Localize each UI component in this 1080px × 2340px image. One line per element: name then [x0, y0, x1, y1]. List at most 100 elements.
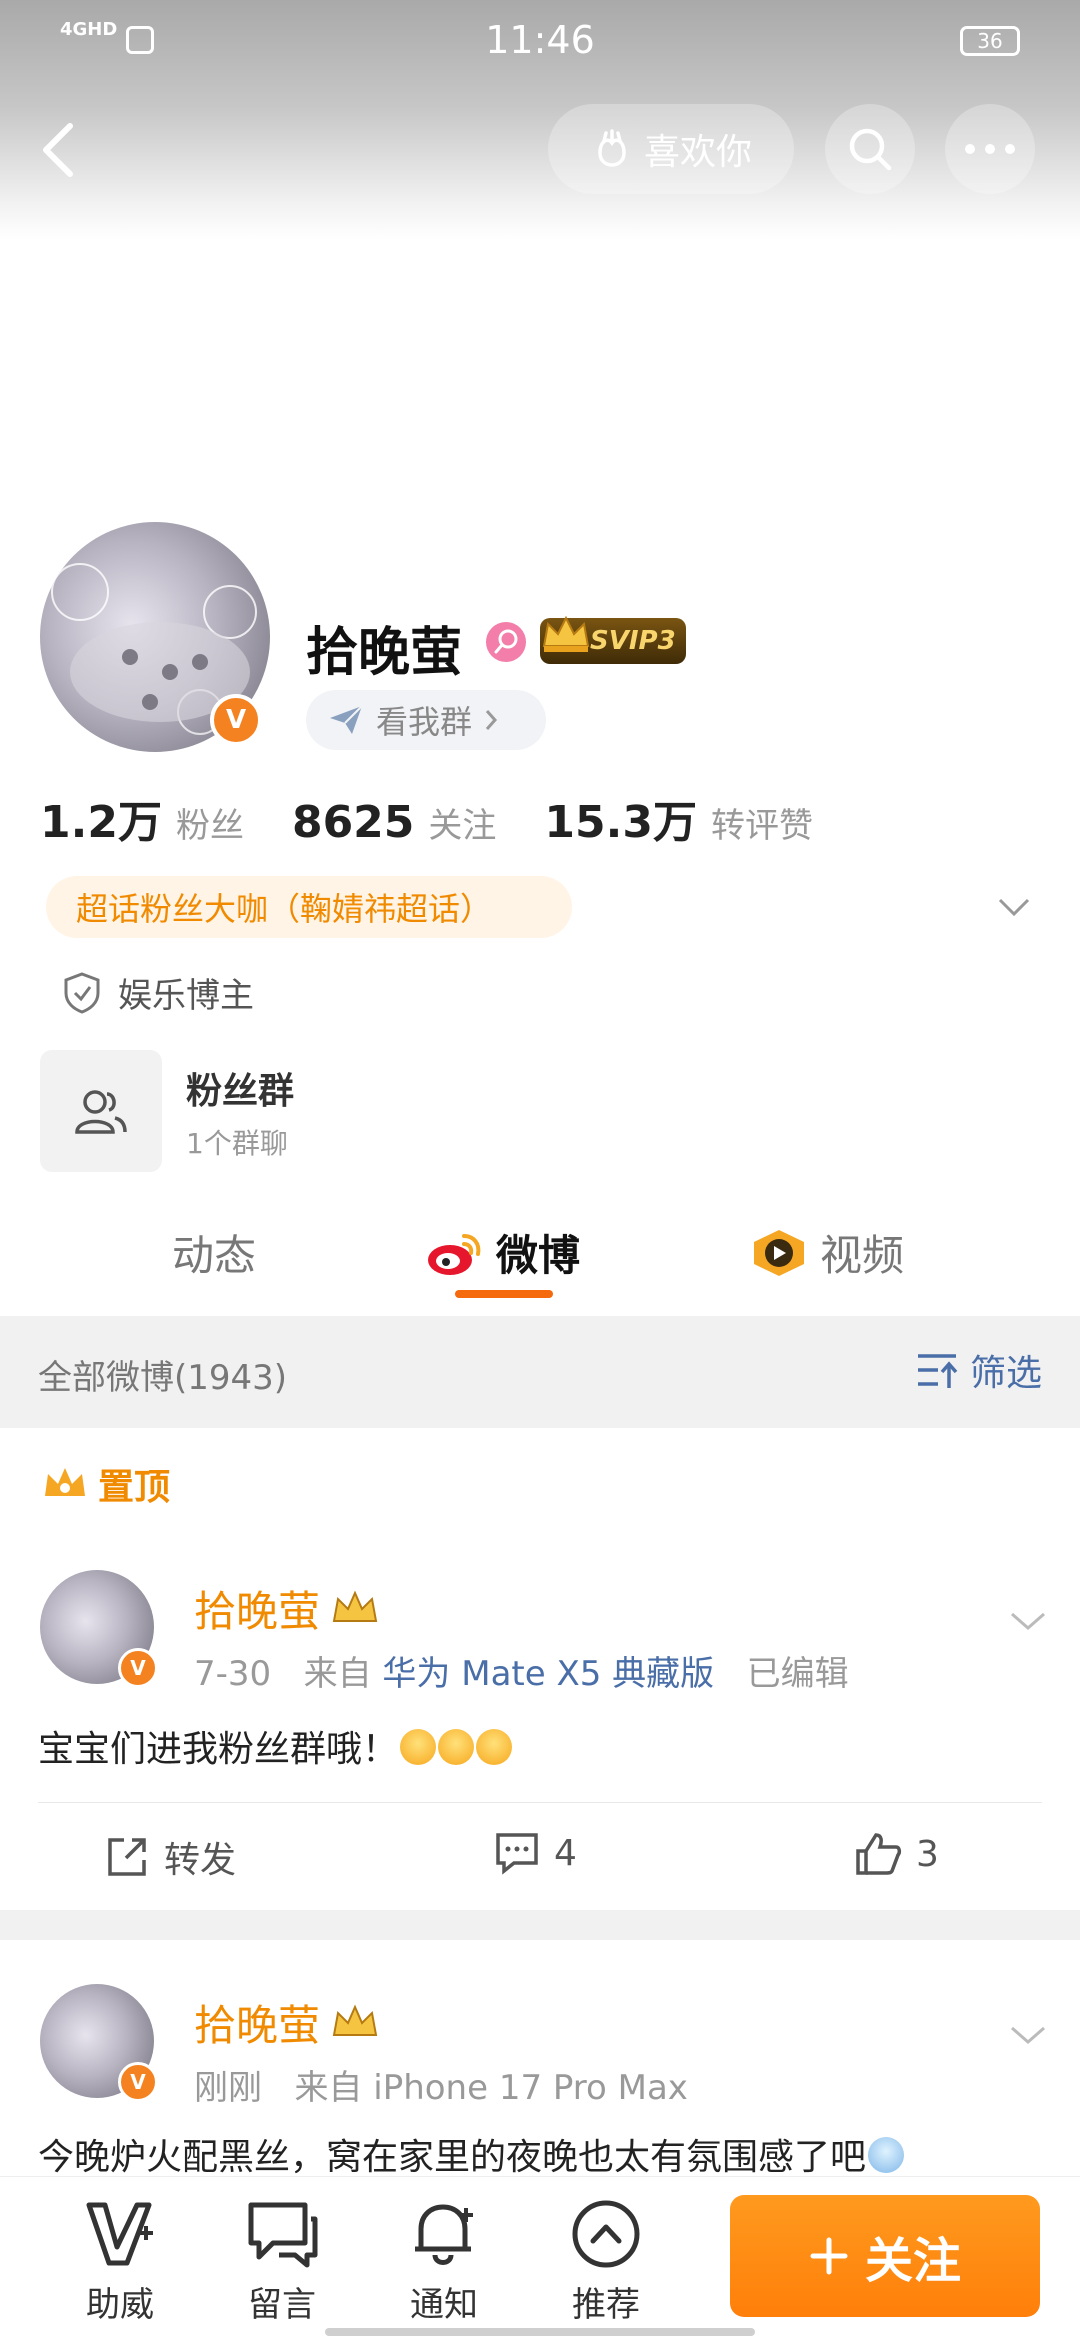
search-button[interactable] — [825, 104, 915, 194]
profile-tabs: 动态 微博 视频 — [0, 1210, 1080, 1310]
support-icon — [86, 2202, 153, 2266]
filter-icon — [917, 1354, 958, 1388]
supertopic-badge[interactable]: 超话粉丝大咖（鞠婧祎超话） — [46, 876, 572, 938]
bell-icon — [415, 2204, 473, 2265]
expand-chevron-icon[interactable] — [994, 888, 1034, 928]
svip-label: SVIP3 — [590, 626, 676, 656]
verified-badge-icon: V — [210, 694, 262, 746]
active-tab-indicator — [455, 1290, 553, 1298]
nav-message[interactable]: 留言 — [222, 2197, 342, 2326]
repost-icon — [108, 1838, 146, 1876]
fan-group-subtitle: 1个群聊 — [186, 1127, 288, 1160]
engagement-label: 转评赞 — [710, 806, 813, 846]
tab-weibo[interactable]: 微博 — [424, 1222, 580, 1283]
follow-label: 关注 — [864, 2233, 961, 2289]
profile-name: 拾晚萤 — [306, 623, 463, 683]
nav-support-label: 助威 — [86, 2285, 154, 2325]
like-you-label: 喜欢你 — [643, 132, 752, 173]
post-text: 宝宝们进我粉丝群哦！ — [38, 1720, 513, 1772]
emoji-icon — [438, 1729, 475, 1765]
tab-dynamic-label: 动态 — [172, 1231, 257, 1280]
message-icon — [248, 2202, 318, 2268]
post-device[interactable]: iPhone 17 Pro Max — [373, 2068, 688, 2108]
post-avatar[interactable]: V — [40, 1984, 158, 2102]
status-bar: 4GHD 11:46 36 — [0, 0, 1080, 84]
post-text: 今晚炉火配黑丝，窝在家里的夜晚也太有氛围感了吧 — [38, 2128, 905, 2180]
tab-video-label: 视频 — [820, 1231, 905, 1280]
vip-crown-icon — [332, 1590, 378, 1622]
like-button[interactable]: 3 — [854, 1831, 939, 1877]
post-author[interactable]: 拾晚萤 — [194, 1992, 380, 2053]
like-count: 3 — [916, 1833, 939, 1875]
post-time: 7-30 — [194, 1654, 272, 1694]
post-menu-chevron-icon[interactable] — [1008, 2014, 1048, 2054]
fan-group-title[interactable]: 粉丝群 — [186, 1062, 294, 1114]
following-label[interactable]: 关注 — [428, 798, 496, 847]
followers-label[interactable]: 粉丝 — [176, 798, 244, 847]
bottom-action-bar: 助威 留言 通知 推荐 关注 — [0, 2176, 1080, 2340]
profile-stats: 1.2万 粉丝 8625 关注 15.3万 转评赞 — [40, 786, 1040, 848]
comment-count: 4 — [554, 1832, 577, 1874]
thumbs-up-icon — [856, 1833, 902, 1875]
view-group-link[interactable]: 看我群 — [306, 690, 546, 750]
post-edited[interactable]: 已编辑 — [747, 1654, 849, 1694]
pinned-header: 置顶 — [42, 1458, 170, 1510]
post-text-content: 今晚炉火配黑丝，窝在家里的夜晚也太有氛围感了吧 — [38, 2137, 867, 2178]
follow-button[interactable]: 关注 — [730, 2195, 1040, 2317]
nav-notify[interactable]: 通知 — [384, 2197, 504, 2326]
nav-recommend-label: 推荐 — [572, 2285, 640, 2325]
fan-group-icon-box[interactable] — [40, 1050, 162, 1172]
repost-button[interactable]: 转发 — [104, 1831, 236, 1883]
view-group-label: 看我群 — [376, 703, 473, 741]
filter-label: 筛选 — [969, 1353, 1042, 1394]
post-meta: 7-30 来自 华为 Mate X5 典藏版 已编辑 — [194, 1646, 849, 1695]
post-device[interactable]: 华为 Mate X5 典藏版 — [382, 1654, 714, 1694]
verified-badge-icon: V — [118, 2062, 158, 2102]
post-source-prefix: 来自 — [294, 2068, 363, 2108]
female-icon — [486, 622, 526, 662]
comment-button[interactable]: 4 — [494, 1831, 577, 1875]
post-author-name: 拾晚萤 — [194, 2001, 321, 2050]
tab-dynamic[interactable]: 动态 — [172, 1222, 256, 1283]
filter-bar: 全部微博(1943) 筛选 — [0, 1316, 1080, 1428]
tab-weibo-label: 微博 — [496, 1231, 581, 1280]
clock: 11:46 — [485, 18, 595, 62]
more-button[interactable] — [945, 104, 1035, 194]
emoji-icon — [476, 1729, 513, 1765]
hand-heart-icon — [598, 129, 626, 167]
search-icon — [849, 128, 892, 171]
followers-count[interactable]: 1.2万 — [40, 786, 162, 850]
back-button[interactable] — [30, 110, 90, 190]
profile-avatar[interactable]: V — [40, 522, 270, 752]
filter-button[interactable]: 筛选 — [916, 1344, 1042, 1396]
following-count[interactable]: 8625 — [292, 797, 414, 848]
engagement-count: 15.3万 — [544, 797, 697, 848]
post-time: 刚刚 — [194, 2068, 262, 2108]
pinned-label: 置顶 — [98, 1467, 171, 1508]
crown-icon — [542, 615, 590, 652]
post-author[interactable]: 拾晚萤 — [194, 1578, 380, 1639]
post-text-content: 宝宝们进我粉丝群哦！ — [38, 1729, 399, 1770]
comment-icon — [496, 1833, 538, 1875]
video-icon — [754, 1229, 804, 1276]
post-avatar[interactable]: V — [40, 1570, 158, 1688]
verified-badge-icon: V — [118, 1648, 158, 1688]
more-dots-icon — [965, 144, 1015, 154]
tab-video[interactable]: 视频 — [750, 1222, 904, 1283]
post-menu-chevron-icon[interactable] — [1008, 1600, 1048, 1640]
group-users-icon — [75, 1090, 127, 1134]
post-actions: 转发 4 3 — [38, 1802, 1042, 1912]
like-you-button[interactable]: 喜欢你 — [548, 104, 794, 194]
blogger-type-label: 娱乐博主 — [118, 976, 254, 1016]
nav-notify-label: 通知 — [410, 2285, 478, 2325]
paper-plane-icon — [330, 705, 363, 734]
plus-icon — [810, 2237, 848, 2275]
chevron-right-icon — [485, 710, 498, 730]
nav-recommend[interactable]: 推荐 — [546, 2197, 666, 2326]
emoji-icon — [868, 2137, 905, 2173]
vip-crown-icon — [332, 2004, 378, 2036]
chevron-left-icon — [43, 123, 73, 177]
nav-support[interactable]: 助威 — [60, 2197, 180, 2326]
emoji-icon — [400, 1729, 437, 1765]
crown-icon — [45, 1468, 85, 1496]
